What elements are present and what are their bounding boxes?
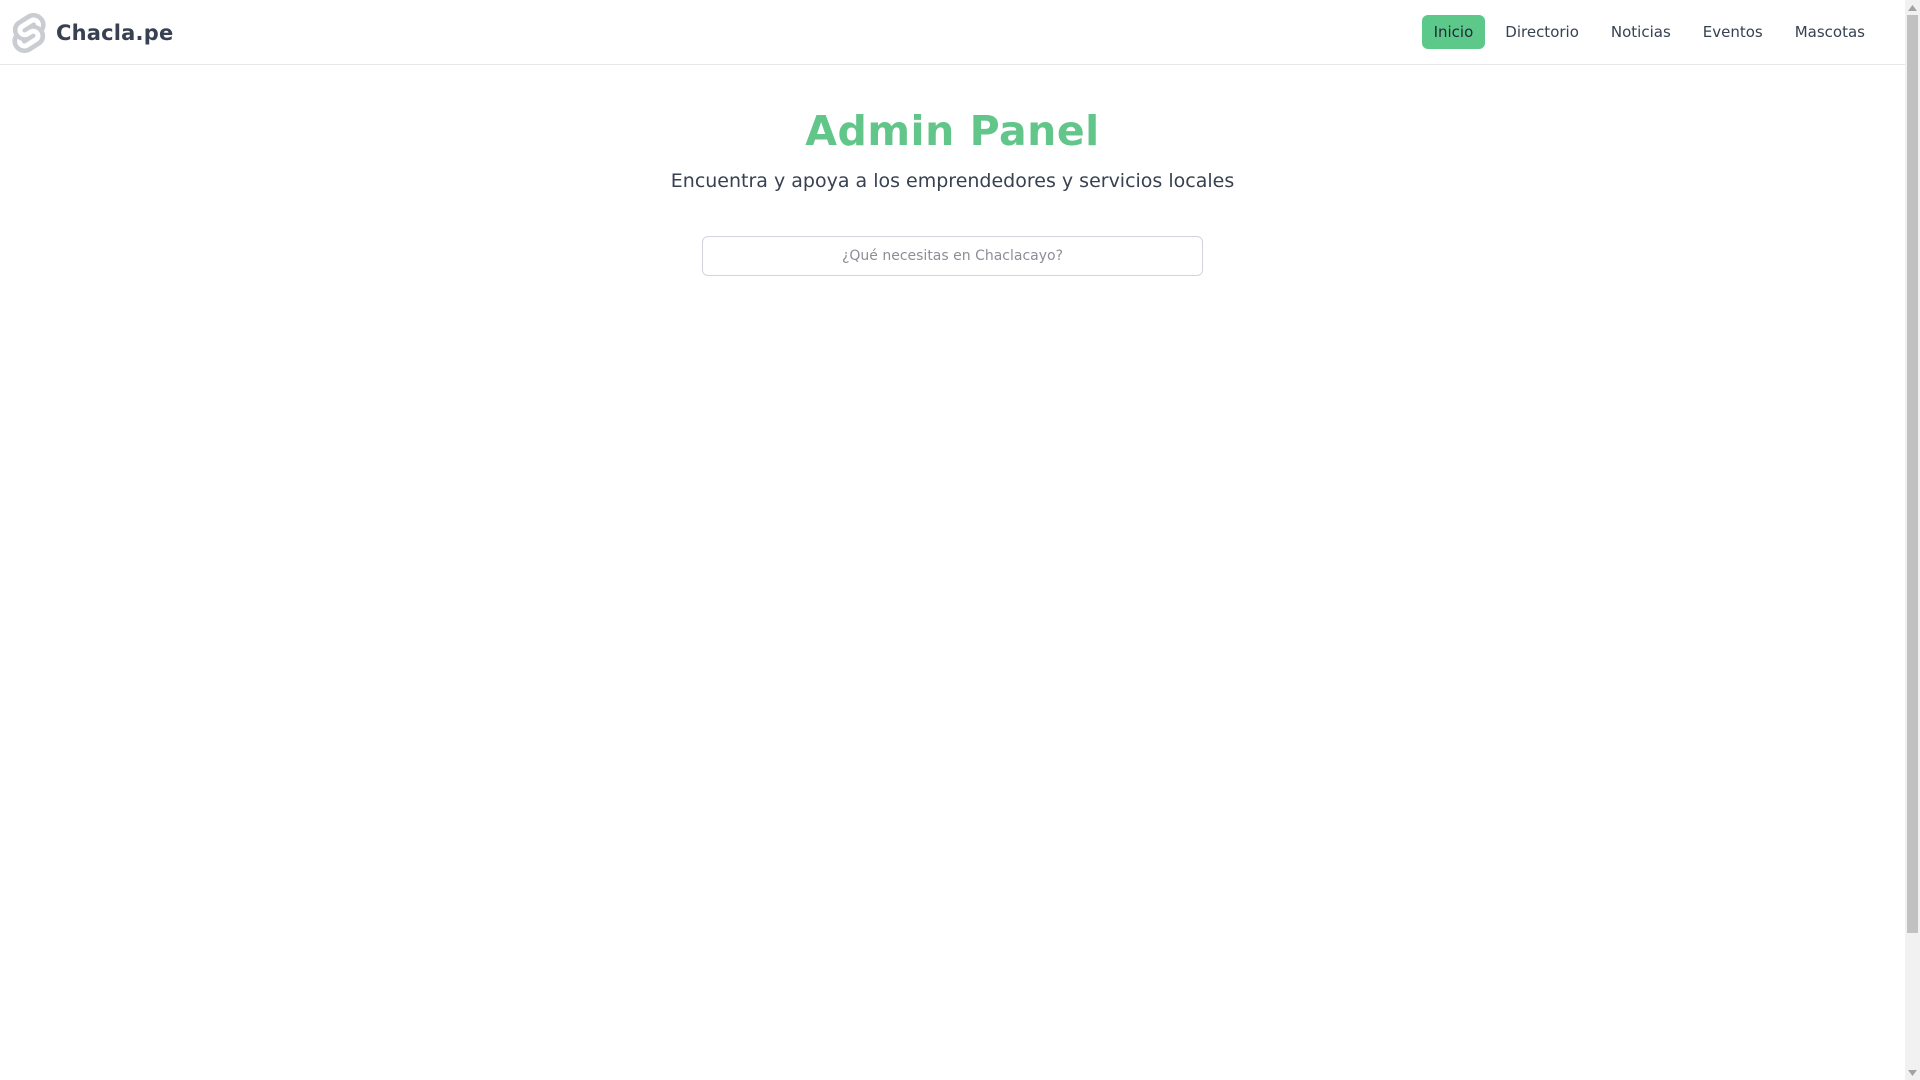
nav-item-inicio[interactable]: Inicio [1421,15,1486,49]
scrollbar-thumb[interactable] [1907,15,1918,933]
search-input[interactable] [702,236,1203,276]
brand-link[interactable]: Chacla.pe [12,12,173,54]
scroll-up-arrow-icon[interactable] [1905,0,1920,15]
nav-item-mascotas[interactable]: Mascotas [1783,15,1877,49]
page: Chacla.pe Inicio Directorio Noticias Eve… [0,0,1905,1080]
vertical-scrollbar[interactable] [1905,0,1920,1080]
nav-item-directorio[interactable]: Directorio [1493,15,1591,49]
scroll-down-arrow-icon[interactable] [1905,1065,1920,1080]
brand-name: Chacla.pe [56,21,174,45]
search-container [702,236,1203,276]
page-subtitle: Encuentra y apoya a los emprendedores y … [670,170,1235,192]
main-nav: Inicio Directorio Noticias Eventos Masco… [1421,15,1877,49]
hero-section: Admin Panel Encuentra y apoya a los empr… [0,104,1905,194]
page-title: Admin Panel [805,107,1100,155]
site-header: Chacla.pe Inicio Directorio Noticias Eve… [0,0,1905,65]
nav-item-eventos[interactable]: Eventos [1691,15,1775,49]
nav-item-noticias[interactable]: Noticias [1599,15,1683,49]
svelte-logo-icon [12,12,46,54]
